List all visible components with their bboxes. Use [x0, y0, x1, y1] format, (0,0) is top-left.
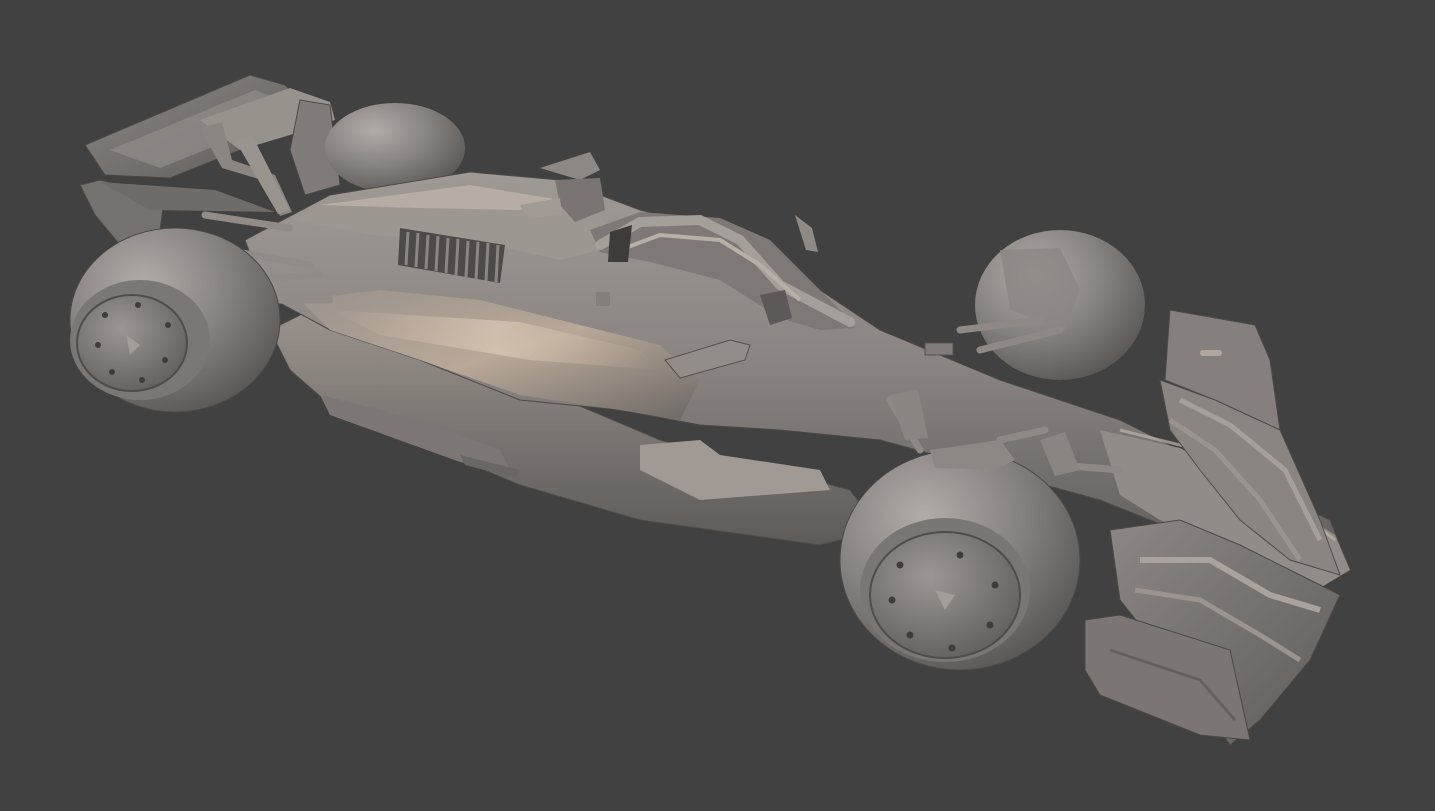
rear-tyre-near: [69, 227, 281, 413]
f1-car-clay-render: [0, 0, 1435, 811]
render-viewport: [0, 0, 1435, 811]
front-tyre-far: [975, 230, 1145, 380]
